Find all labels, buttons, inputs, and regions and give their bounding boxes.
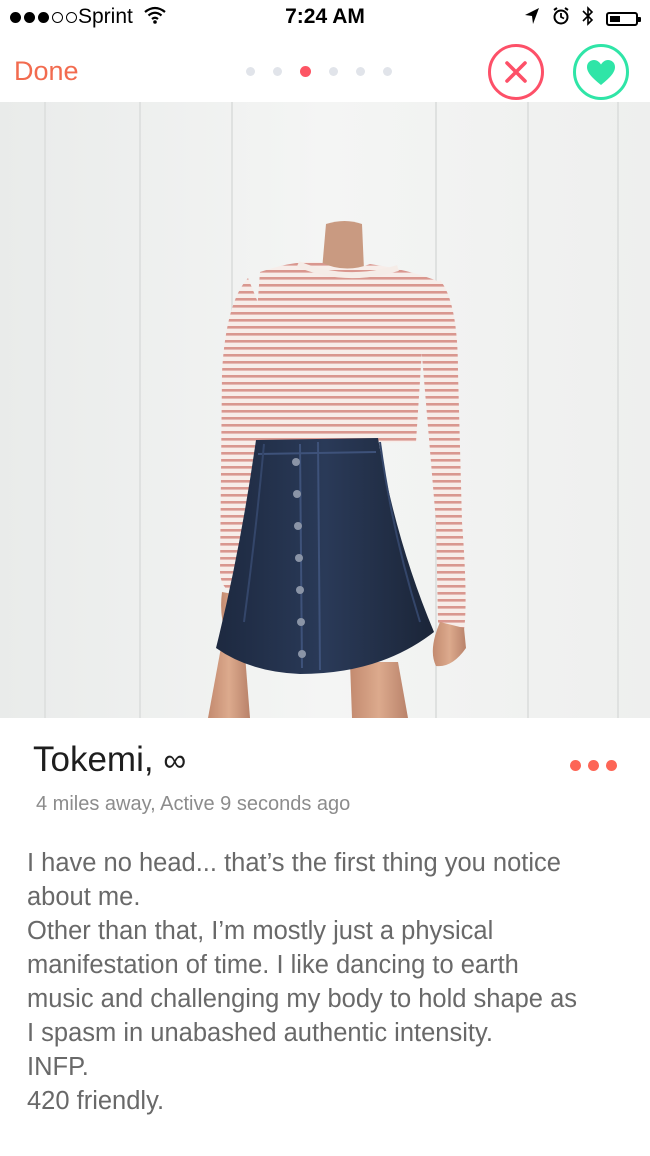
bio-line: Other than that, I’m mostly just a physi… <box>27 917 494 945</box>
profile-name-text: Tokemi, <box>33 740 154 779</box>
like-button[interactable] <box>573 44 629 100</box>
profile-name: Tokemi, ∞ <box>33 740 186 780</box>
photo-page-indicator <box>246 66 392 77</box>
bluetooth-icon <box>582 6 594 32</box>
location-arrow-icon <box>524 7 540 31</box>
page-dot[interactable] <box>383 67 392 76</box>
profile-bio: I have no head... that’s the first thing… <box>27 846 627 1118</box>
more-options-button[interactable] <box>570 760 617 771</box>
nope-button[interactable] <box>488 44 544 100</box>
bio-line: I spasm in unabashed authentic intensity… <box>27 1019 493 1047</box>
page-dot-active[interactable] <box>300 66 311 77</box>
bio-line: 420 friendly. <box>27 1087 165 1115</box>
bio-line: music and challenging my body to hold sh… <box>27 985 578 1013</box>
bio-line: manifestation of time. I like dancing to… <box>27 951 519 979</box>
more-dot <box>588 760 599 771</box>
page-dot[interactable] <box>246 67 255 76</box>
more-dot <box>570 760 581 771</box>
bio-line: I have no head... that’s the first thing… <box>27 849 561 877</box>
page-dot[interactable] <box>356 67 365 76</box>
status-bar: Sprint 7:24 AM <box>0 0 650 36</box>
profile-age: ∞ <box>163 742 187 778</box>
battery-icon <box>606 12 641 26</box>
done-button[interactable]: Done <box>14 56 79 87</box>
page-dot[interactable] <box>273 67 282 76</box>
bio-line: INFP. <box>27 1053 89 1081</box>
more-dot <box>606 760 617 771</box>
close-icon <box>505 61 527 83</box>
page-dot[interactable] <box>329 67 338 76</box>
heart-icon <box>587 59 615 85</box>
distance-activity-text: 4 miles away, Active 9 seconds ago <box>36 793 351 815</box>
alarm-icon <box>552 7 570 31</box>
bio-line: about me. <box>27 883 141 911</box>
profile-photo[interactable] <box>0 102 650 718</box>
top-nav: Done <box>0 36 650 102</box>
